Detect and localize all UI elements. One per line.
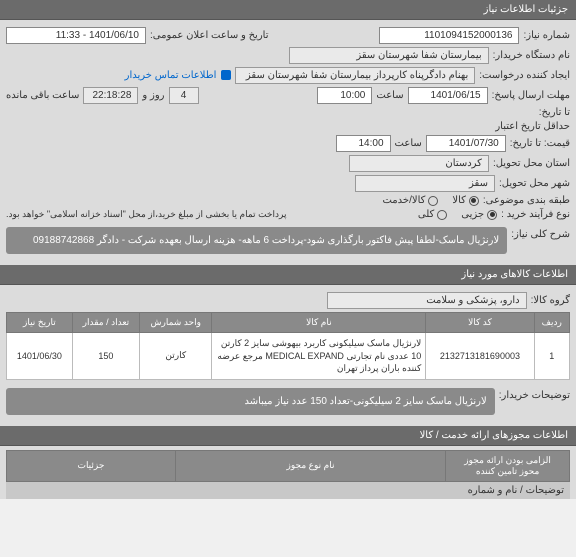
field-public-datetime: 1401/06/10 - 11:33 [6,27,146,44]
label-price-until: قیمت: تا تاریخ: [510,138,570,149]
th-permit-name: نام نوع مجوز [175,450,445,481]
th-date: تاریخ نیاز [7,313,73,333]
radio-label: جزیی [461,209,484,220]
label-device: نام دستگاه خریدار: [493,50,570,61]
field-remaining-days: 4 [169,87,199,104]
permits-table: الزامی بودن ارائه مجوز محوز تامین کننده … [6,450,570,482]
label-day-and: روز و [142,90,164,101]
th-qty: تعداد / مقدار [72,313,139,333]
panel-items: گروه کالا: دارو، پزشکی و سلامت ردیف کد ک… [0,285,576,426]
items-table: ردیف کد کالا نام کالا واحد شمارش تعداد /… [6,312,570,380]
th-mandatory-line1: الزامی بودن ارائه مجوز [450,455,565,466]
td-row: 1 [534,333,569,380]
field-province: کردستان [349,155,489,172]
table-row: 1 2132713181690003 لارنژیال ماسک سیلیکون… [7,333,570,380]
th-mandatory-line2: محوز تامین کننده [450,466,565,477]
label-buyer-notes: توضیحات خریدار: [499,384,570,401]
field-city: سقز [355,175,495,192]
field-response-date: 1401/06/15 [408,87,488,104]
purchase-note: پرداخت تمام یا بخشی از مبلغ خرید،از محل … [6,209,286,220]
label-hour2: ساعت [395,138,422,149]
td-unit: کارتن [140,333,212,380]
radio-item-kala-khedmat[interactable]: کالا/خدمت [382,195,438,206]
label-remaining: ساعت باقی مانده [6,90,79,101]
panel-info: شماره نیاز: 1101094152000136 تاریخ و ساع… [0,20,576,265]
label-until-date: تا تاریخ: [539,107,570,118]
label-response-deadline: مهلت ارسال پاسخ: [492,90,570,101]
label-need-number: شماره نیاز: [523,30,570,41]
contact-link-text: اطلاعات تماس خریدار [125,70,217,81]
radio-item-partial[interactable]: جزیی [461,209,497,220]
th-code: کد کالا [426,313,534,333]
field-device: بیمارستان شفا شهرستان سقز [289,47,489,64]
label-goods-group: گروه کالا: [531,295,570,306]
field-remaining-time: 22:18:28 [83,87,138,104]
radio-label: کلی [418,209,434,220]
section-header-items: اطلاعات کالاهای مورد نیاز [0,265,576,285]
td-name: لارنژیال ماسک سیلیکونی کاربرد بیهوشی سای… [212,333,426,380]
th-mandatory: الزامی بودن ارائه مجوز محوز تامین کننده [446,450,570,481]
footer-left: توضیحات / نام و شماره [468,485,564,496]
th-unit: واحد شمارش [140,313,212,333]
td-code: 2132713181690003 [426,333,534,380]
field-response-time: 10:00 [317,87,372,104]
th-details: جزئیات [7,450,176,481]
field-validity-date: 1401/07/30 [426,135,506,152]
section-header-info: جزئیات اطلاعات نیاز [0,0,576,20]
field-need-number: 1101094152000136 [379,27,519,44]
label-hour1: ساعت [376,90,403,101]
section-header-permits: اطلاعات مجوزهای ارائه خدمت / کالا [0,426,576,446]
td-date: 1401/06/30 [7,333,73,380]
radio-label: کالا [452,195,466,206]
classification-radio-group: کالا کالا/خدمت [382,195,478,206]
label-requester: ایجاد کننده درخواست: [479,70,570,81]
radio-icon [437,210,447,220]
image-icon [221,70,231,80]
label-province: استان محل تحویل: [493,158,570,169]
radio-icon [487,210,497,220]
td-qty: 150 [72,333,139,380]
th-row: ردیف [534,313,569,333]
radio-icon [428,196,438,206]
field-validity-time: 14:00 [336,135,391,152]
radio-icon [469,196,479,206]
radio-label: کالا/خدمت [382,195,425,206]
label-general-desc: شرح کلی نیاز: [511,223,570,240]
label-purchase-type: نوع فرآیند خرید : [501,209,570,220]
label-city: شهر محل تحویل: [499,178,570,189]
contact-link[interactable]: اطلاعات تماس خریدار [125,70,232,81]
radio-item-kala[interactable]: کالا [452,195,479,206]
purchase-radio-group: جزیی کلی [418,209,497,220]
th-name: نام کالا [212,313,426,333]
label-min-validity: حداقل تاریخ اعتبار [480,121,570,132]
panel-permits: الزامی بودن ارائه مجوز محوز تامین کننده … [0,446,576,499]
general-desc-box: لارنژیال ماسک-لطفا پیش فاکتور بارگذاری ش… [6,227,507,254]
radio-item-total[interactable]: کلی [418,209,447,220]
buyer-notes-box: لارنژیال ماسک سایز 2 سیلیکونی-تعداد 150 … [6,388,495,415]
label-classification: طبقه بندی موضوعی: [483,195,570,206]
field-goods-group: دارو، پزشکی و سلامت [327,292,527,309]
label-public-datetime: تاریخ و ساعت اعلان عمومی: [150,30,269,41]
field-requester: بهنام دادگرپناه کارپرداز بیمارستان شفا ش… [235,67,475,84]
